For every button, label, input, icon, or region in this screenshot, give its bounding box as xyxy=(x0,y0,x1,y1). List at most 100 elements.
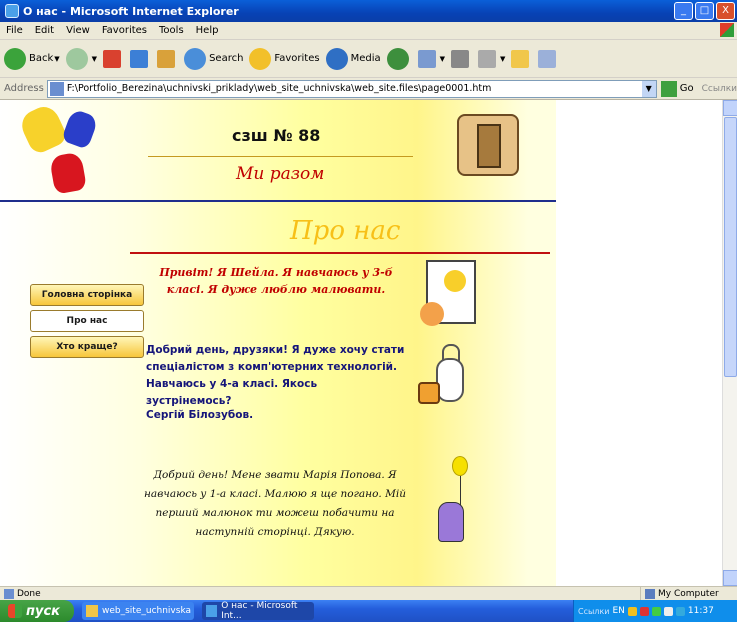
books-clipart xyxy=(457,114,519,176)
zone-label: My Computer xyxy=(658,589,719,599)
edit-dropdown-icon[interactable]: ▼ xyxy=(500,55,505,63)
menu-tools[interactable]: Tools xyxy=(153,25,190,36)
home-icon xyxy=(157,49,176,68)
minimize-button[interactable]: _ xyxy=(674,2,693,20)
easter-basket xyxy=(418,382,440,404)
close-button[interactable]: X xyxy=(716,2,735,20)
page-empty-area xyxy=(556,100,722,586)
menu-help[interactable]: Help xyxy=(190,25,225,36)
go-button[interactable]: Go xyxy=(660,80,694,97)
search-button[interactable]: Search xyxy=(184,47,244,70)
status-bar: Done My Computer xyxy=(0,586,737,601)
school-title: сзш № 88 xyxy=(232,126,321,145)
ie-icon xyxy=(5,4,19,18)
refresh-button[interactable] xyxy=(130,49,151,68)
task1-label: web_site_uchnivska xyxy=(102,606,192,616)
address-input[interactable]: F:\Portfolio_Berezina\uchnivski_priklady… xyxy=(46,79,657,98)
taskbar-item-folder[interactable]: web_site_uchnivska xyxy=(82,602,194,620)
address-value: F:\Portfolio_Berezina\uchnivski_priklady… xyxy=(66,83,492,94)
blue-hand-icon xyxy=(61,108,99,150)
tray-icon-1[interactable] xyxy=(627,606,637,616)
menu-bar: File Edit View Favorites Tools Help xyxy=(0,22,737,40)
start-button[interactable]: пуск xyxy=(0,600,74,622)
toolbar: Back ▼ ▼ Search Favorites Media ▼ ▼ xyxy=(0,40,737,78)
scroll-thumb[interactable] xyxy=(724,117,737,377)
menu-favorites[interactable]: Favorites xyxy=(96,25,153,36)
search-icon xyxy=(184,47,207,70)
tray-icon-3[interactable] xyxy=(651,606,661,616)
tray-icon-5[interactable] xyxy=(675,606,685,616)
mail-icon xyxy=(417,49,436,68)
menu-edit[interactable]: Edit xyxy=(29,25,60,36)
messenger-button[interactable] xyxy=(538,49,559,68)
menu-view[interactable]: View xyxy=(60,25,96,36)
red-hand-icon xyxy=(48,151,88,195)
page-icon xyxy=(49,81,64,96)
address-label: Address xyxy=(4,83,44,94)
forward-arrow-icon xyxy=(65,47,88,70)
status-text: Done xyxy=(17,588,41,599)
computer-icon xyxy=(645,589,655,599)
scroll-up-button[interactable] xyxy=(723,100,737,116)
nav-home-button[interactable]: Головна сторінка xyxy=(30,284,144,306)
tray-links[interactable]: Ссылки xyxy=(578,607,609,616)
favorites-button[interactable]: Favorites xyxy=(249,47,320,70)
tray-icon-4[interactable] xyxy=(663,606,673,616)
title-divider xyxy=(130,252,550,254)
handprints-logo xyxy=(16,101,118,196)
mail-button[interactable]: ▼ xyxy=(417,49,445,68)
vertical-scrollbar[interactable] xyxy=(722,100,737,586)
messenger-icon xyxy=(538,49,557,68)
print-button[interactable] xyxy=(451,49,472,68)
links-button[interactable]: Ссылки xyxy=(702,84,737,94)
star-icon xyxy=(249,47,272,70)
history-button[interactable] xyxy=(386,47,412,70)
page-title: Про нас xyxy=(290,216,401,246)
language-indicator[interactable]: EN xyxy=(612,606,624,616)
stop-button[interactable] xyxy=(103,49,124,68)
media-icon xyxy=(325,47,348,70)
stop-icon xyxy=(103,49,122,68)
maximize-button[interactable]: □ xyxy=(695,2,714,20)
message-serhii: Добрий день, друзяки! Я дуже хочу стати … xyxy=(146,344,405,407)
done-page-icon xyxy=(4,588,14,599)
mail-dropdown-icon[interactable]: ▼ xyxy=(440,55,445,63)
forward-button[interactable]: ▼ xyxy=(65,47,97,70)
address-dropdown-icon[interactable]: ▼ xyxy=(641,80,656,97)
balloon-girl-clipart xyxy=(434,456,474,546)
taskbar-item-ie[interactable]: О нас - Microsoft Int... xyxy=(202,601,314,621)
folder-icon xyxy=(86,605,98,617)
title-bar: О нас - Microsoft Internet Explorer _ □ … xyxy=(0,0,737,22)
back-dropdown-icon[interactable]: ▼ xyxy=(54,55,59,63)
bunny-body xyxy=(436,358,464,402)
home-button[interactable] xyxy=(157,49,178,68)
back-label: Back xyxy=(29,53,54,64)
system-tray: Ссылки EN 11:37 xyxy=(573,600,737,622)
nav-about-button[interactable]: Про нас xyxy=(30,310,144,332)
girl-painting-clipart xyxy=(420,260,476,326)
menu-file[interactable]: File xyxy=(0,25,29,36)
yellow-hand-icon xyxy=(16,101,70,157)
media-button[interactable]: Media xyxy=(325,47,381,70)
tray-icon-2[interactable] xyxy=(639,606,649,616)
search-label: Search xyxy=(209,53,244,64)
edit-button[interactable]: ▼ xyxy=(478,49,505,68)
clock[interactable]: 11:37 xyxy=(688,606,714,616)
window-controls: _ □ X xyxy=(674,2,735,20)
header-divider xyxy=(148,156,413,157)
forward-dropdown-icon[interactable]: ▼ xyxy=(92,55,97,63)
ie-icon xyxy=(206,605,218,617)
motto: Ми разом xyxy=(236,164,325,184)
back-button[interactable]: Back ▼ xyxy=(4,47,60,70)
start-label: пуск xyxy=(26,603,60,619)
scroll-down-button[interactable] xyxy=(723,570,737,586)
web-page: сзш № 88 Ми разом Про нас Головна сторін… xyxy=(0,100,556,586)
bunny-clipart xyxy=(418,344,470,410)
window-title: О нас - Microsoft Internet Explorer xyxy=(23,4,239,18)
media-label: Media xyxy=(350,53,381,64)
nav-best-button[interactable]: Хто краще? xyxy=(30,336,144,358)
windows-logo-icon xyxy=(8,604,22,618)
history-icon xyxy=(386,47,409,70)
folder-button[interactable] xyxy=(511,49,532,68)
message-sheila: Привіт! Я Шейла. Я навчаюсь у 3-б класі.… xyxy=(159,266,393,296)
